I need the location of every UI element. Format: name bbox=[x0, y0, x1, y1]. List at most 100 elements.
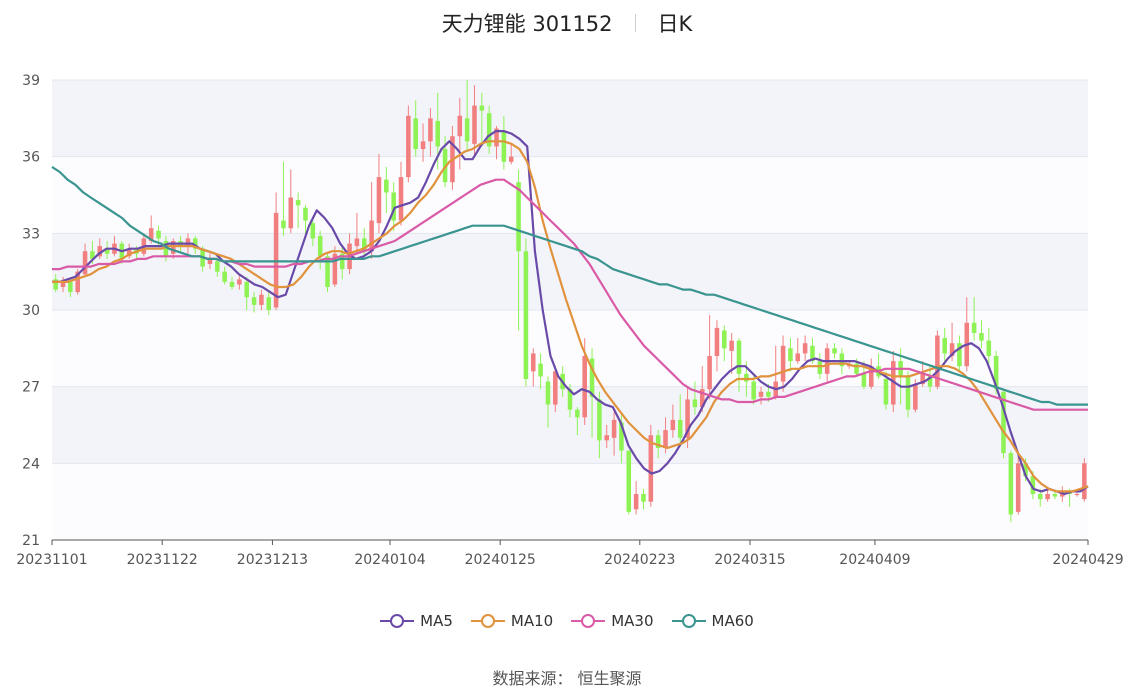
candle-body bbox=[611, 419, 617, 438]
candle-body bbox=[222, 271, 227, 282]
candle-body bbox=[802, 343, 808, 354]
candle-body bbox=[428, 118, 433, 142]
y-tick-label: 33 bbox=[22, 226, 40, 242]
candle-body bbox=[472, 105, 477, 144]
candle-body bbox=[722, 330, 727, 349]
candle-body bbox=[553, 371, 558, 405]
legend-item-ma60[interactable]: MA60 bbox=[671, 612, 754, 630]
legend-item-ma10[interactable]: MA10 bbox=[470, 612, 554, 630]
legend-label: MA5 bbox=[420, 612, 453, 630]
candle-body bbox=[237, 279, 242, 285]
candle-body bbox=[68, 281, 73, 293]
candle-body bbox=[420, 141, 426, 149]
candle-body bbox=[905, 376, 911, 410]
candle-body bbox=[369, 220, 374, 252]
candle-body bbox=[979, 333, 984, 341]
candle-body bbox=[1037, 494, 1043, 500]
x-tick-label: 20240104 bbox=[354, 552, 425, 568]
legend-label: MA10 bbox=[510, 612, 554, 630]
candle-body bbox=[281, 220, 286, 229]
candle-body bbox=[384, 179, 389, 193]
legend-swatch-icon bbox=[380, 614, 415, 628]
candle-body bbox=[266, 297, 272, 310]
candle-body bbox=[406, 115, 411, 178]
candle-body bbox=[259, 294, 264, 305]
plot-band bbox=[52, 156, 1088, 234]
candle-body bbox=[1045, 494, 1050, 500]
x-tick-label: 20240315 bbox=[714, 552, 785, 568]
legend-item-ma30[interactable]: MA30 bbox=[571, 612, 654, 630]
candle-body bbox=[780, 345, 786, 382]
x-tick-label: 20231213 bbox=[237, 552, 308, 568]
candle-body bbox=[1008, 453, 1014, 515]
candle-body bbox=[942, 338, 948, 354]
plot-band bbox=[52, 80, 1088, 157]
y-tick-label: 36 bbox=[22, 150, 40, 166]
candle-body bbox=[82, 251, 88, 275]
candle-body bbox=[508, 156, 514, 162]
candle-body bbox=[538, 363, 543, 377]
candle-body bbox=[1074, 494, 1080, 495]
candle-body bbox=[310, 223, 316, 239]
candle-body bbox=[1015, 463, 1021, 512]
candle-body bbox=[1052, 494, 1058, 497]
candle-body bbox=[744, 373, 749, 382]
candle-body bbox=[215, 261, 220, 272]
legend-item-ma5[interactable]: MA5 bbox=[380, 612, 453, 630]
candle-body bbox=[582, 356, 587, 418]
plot-band bbox=[52, 463, 1088, 540]
candle-body bbox=[398, 177, 404, 221]
x-tick-label: 20240429 bbox=[1052, 552, 1123, 568]
x-tick-label: 20231122 bbox=[127, 552, 198, 568]
candle-body bbox=[185, 238, 191, 247]
candle-body bbox=[861, 373, 867, 387]
x-tick-label: 20240223 bbox=[604, 552, 675, 568]
candle-body bbox=[244, 281, 249, 298]
candle-body bbox=[530, 353, 536, 372]
candle-body bbox=[413, 118, 418, 149]
candle-body bbox=[641, 494, 646, 502]
candle-body bbox=[303, 207, 308, 221]
candle-body bbox=[795, 353, 801, 362]
y-tick-label: 21 bbox=[22, 533, 40, 549]
candle-body bbox=[913, 384, 918, 410]
candle-body bbox=[295, 200, 301, 206]
candle-body bbox=[604, 435, 610, 441]
chart-legend: MA5 MA10 MA30 MA60 bbox=[0, 612, 1134, 630]
candle-body bbox=[575, 409, 580, 418]
candlestick-chart: 21 24 27 30 33 36 39 20231101 20231122 20231213 20… bbox=[16, 73, 1123, 568]
candle-body bbox=[1082, 463, 1087, 500]
y-tick-label: 24 bbox=[22, 456, 40, 472]
candle-body bbox=[523, 251, 529, 379]
y-tick-label: 27 bbox=[22, 380, 40, 396]
candle-body bbox=[788, 348, 793, 362]
candle-body bbox=[354, 238, 360, 247]
candle-body bbox=[464, 118, 470, 142]
candle-body bbox=[663, 430, 668, 448]
legend-swatch-icon bbox=[571, 614, 606, 628]
candle-body bbox=[273, 212, 279, 308]
candle-body bbox=[288, 197, 294, 229]
candle-body bbox=[545, 381, 551, 405]
legend-swatch-icon bbox=[470, 614, 505, 628]
candle-body bbox=[677, 419, 683, 438]
candle-body bbox=[707, 356, 712, 390]
candle-body bbox=[971, 322, 977, 333]
candle-body bbox=[597, 399, 602, 441]
candle-body bbox=[986, 340, 992, 356]
candle-body bbox=[648, 435, 654, 502]
candle-body bbox=[766, 391, 771, 397]
candle-body bbox=[479, 105, 485, 111]
candle-body bbox=[376, 177, 382, 224]
candle-body bbox=[435, 120, 441, 147]
legend-label: MA30 bbox=[611, 612, 654, 630]
legend-swatch-icon bbox=[671, 614, 706, 628]
legend-label: MA60 bbox=[711, 612, 754, 630]
candle-body bbox=[736, 340, 742, 374]
candle-body bbox=[457, 115, 463, 137]
candle-body bbox=[251, 297, 257, 305]
x-tick-label: 20231101 bbox=[16, 552, 87, 568]
x-tick-label: 20240409 bbox=[839, 552, 910, 568]
candle-body bbox=[670, 419, 676, 431]
x-tick-label: 20240125 bbox=[465, 552, 536, 568]
